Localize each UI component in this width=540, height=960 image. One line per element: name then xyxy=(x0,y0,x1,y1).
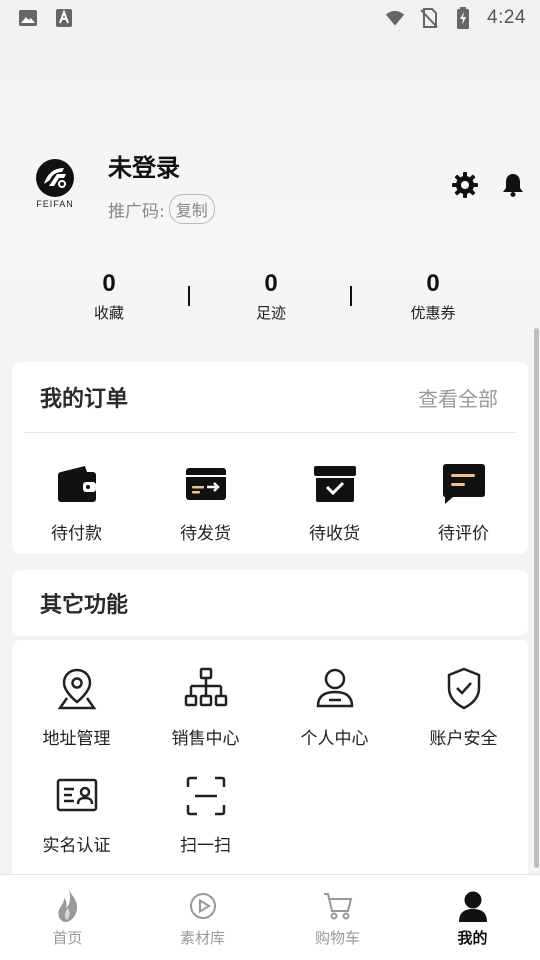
wifi-icon xyxy=(385,8,405,28)
settings-icon[interactable] xyxy=(450,170,480,200)
tab-cart[interactable]: 购物车 xyxy=(270,875,405,960)
wallet-icon xyxy=(54,461,100,507)
user-name[interactable]: 未登录 xyxy=(108,148,180,183)
function-label: 实名认证 xyxy=(42,836,111,856)
user-icon xyxy=(312,666,358,712)
order-label: 待付款 xyxy=(51,524,102,544)
function-label: 销售中心 xyxy=(171,729,240,749)
brand-text: FEIFAN xyxy=(36,199,74,209)
stat-label: 优惠券 xyxy=(410,304,456,322)
scan[interactable]: 扫一扫 xyxy=(141,773,270,856)
tab-home[interactable]: 首页 xyxy=(0,875,135,960)
function-label: 个人中心 xyxy=(300,729,369,749)
stat-coupons[interactable]: 0 优惠券 xyxy=(352,270,514,330)
status-time: 4:24 xyxy=(487,7,526,28)
address-management[interactable]: 地址管理 xyxy=(12,666,141,749)
a-keyboard-icon xyxy=(54,8,74,28)
cart-icon xyxy=(321,889,355,923)
shield-check-icon xyxy=(441,666,487,712)
orders-title: 我的订单 xyxy=(40,387,129,412)
bell-icon[interactable] xyxy=(498,170,528,200)
other-header: 其它功能 xyxy=(12,570,528,636)
box-check-icon xyxy=(312,461,358,507)
flame-logo-icon xyxy=(51,889,85,923)
promo-label: 推广码: xyxy=(108,201,165,222)
other-functions-header-card: 其它功能 xyxy=(12,570,528,636)
profile-icon xyxy=(456,889,490,923)
tab-materials[interactable]: 素材库 xyxy=(135,875,270,960)
orders-header: 我的订单 查看全部 xyxy=(12,362,528,432)
stat-value: 0 xyxy=(102,270,116,297)
order-label: 待评价 xyxy=(438,524,489,544)
function-label: 账户安全 xyxy=(429,729,498,749)
other-title: 其它功能 xyxy=(40,593,129,618)
personal-center[interactable]: 个人中心 xyxy=(270,666,399,749)
copy-button[interactable]: 复制 xyxy=(168,194,215,224)
order-label: 待收货 xyxy=(309,524,360,544)
org-chart-icon xyxy=(183,666,229,712)
account-security[interactable]: 账户安全 xyxy=(399,666,528,749)
scan-icon xyxy=(183,773,229,819)
sales-center[interactable]: 销售中心 xyxy=(141,666,270,749)
tab-label: 购物车 xyxy=(314,929,360,947)
avatar[interactable]: FEIFAN xyxy=(28,158,82,220)
order-pending-receipt[interactable]: 待收货 xyxy=(270,461,399,544)
tab-mine[interactable]: 我的 xyxy=(405,875,540,960)
tab-label: 素材库 xyxy=(179,929,225,947)
status-bar: 4:24 xyxy=(0,0,540,36)
function-label: 地址管理 xyxy=(42,729,111,749)
stat-label: 足迹 xyxy=(255,304,286,322)
function-label: 扫一扫 xyxy=(180,836,231,856)
stat-value: 0 xyxy=(264,270,278,297)
orders-card: 我的订单 查看全部 待付款 待发货 待收货 待评价 xyxy=(12,362,528,554)
stats-row: 0 收藏 0 足迹 0 优惠券 xyxy=(28,270,514,330)
other-functions-card: 地址管理 销售中心 个人中心 账户安全 实名认证 扫一扫 xyxy=(12,640,528,880)
view-all-link[interactable]: 查看全部 xyxy=(418,383,498,412)
orders-grid: 待付款 待发货 待收货 待评价 xyxy=(12,433,528,544)
order-pending-shipment[interactable]: 待发货 xyxy=(141,461,270,544)
battery-charging-icon xyxy=(453,7,473,29)
stat-footprints[interactable]: 0 足迹 xyxy=(190,270,352,330)
promo-code: 推广码: 复制 xyxy=(108,194,215,224)
real-name-verification[interactable]: 实名认证 xyxy=(12,773,141,856)
comment-icon xyxy=(441,461,487,507)
bottom-tab-bar: 首页 素材库 购物车 我的 xyxy=(0,874,540,960)
top-actions xyxy=(450,170,528,200)
order-label: 待发货 xyxy=(180,524,231,544)
other-row: 地址管理 销售中心 个人中心 账户安全 xyxy=(12,640,528,749)
no-sim-icon xyxy=(419,8,439,28)
play-circle-icon xyxy=(186,889,220,923)
stat-favorites[interactable]: 0 收藏 xyxy=(28,270,190,330)
id-card-icon xyxy=(54,773,100,819)
scrollbar[interactable] xyxy=(534,328,539,868)
brand-logo-icon xyxy=(36,159,74,197)
stat-label: 收藏 xyxy=(93,304,124,322)
order-pending-review[interactable]: 待评价 xyxy=(399,461,528,544)
order-pending-payment[interactable]: 待付款 xyxy=(12,461,141,544)
location-pin-icon xyxy=(54,666,100,712)
image-icon xyxy=(18,8,38,28)
tab-label: 我的 xyxy=(457,929,488,947)
other-row: 实名认证 扫一扫 xyxy=(12,749,528,856)
tab-label: 首页 xyxy=(52,929,83,947)
profile-header: FEIFAN 未登录 推广码: 复制 xyxy=(28,146,528,232)
stat-value: 0 xyxy=(426,270,440,297)
box-ship-icon xyxy=(183,461,229,507)
